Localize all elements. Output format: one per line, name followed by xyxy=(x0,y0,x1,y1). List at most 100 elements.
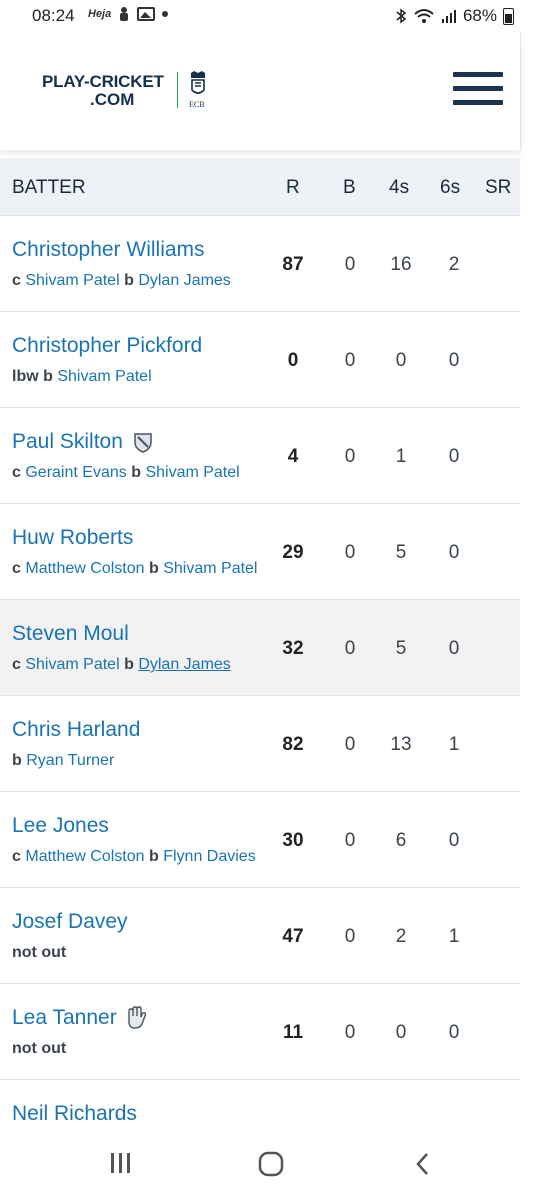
runs-cell: 87 xyxy=(282,254,304,275)
batter-row: Christopher Pickford lbw b Shivam Patel 0 0… xyxy=(0,312,520,408)
shield-icon xyxy=(134,433,152,453)
batter-name-link[interactable]: Neil Richards xyxy=(12,1102,137,1126)
batter-row: Huw Roberts c Matthew Colston b Shivam Pa… xyxy=(0,504,520,600)
menu-button[interactable] xyxy=(453,72,503,106)
dismissal-info: c Geraint Evans b Shivam Patel xyxy=(12,464,240,482)
battery-icon xyxy=(503,7,514,25)
batter-name: Steven Moul xyxy=(12,622,129,645)
batter-name: Paul Skilton xyxy=(12,430,123,453)
dismissal-info: c Matthew Colston b Shivam Patel xyxy=(12,560,257,578)
fours-cell: 2 xyxy=(395,926,407,947)
col-fours: 4s xyxy=(389,177,410,198)
batter-row: Steven Moul c Shivam Patel b Dylan James 3… xyxy=(0,600,520,696)
dismissal-type: c xyxy=(12,848,21,865)
batter-row: Christopher Williams c Shivam Patel b Dyl… xyxy=(0,216,520,312)
batter-name-link[interactable]: Lee Jones xyxy=(12,814,109,838)
runs-cell: 29 xyxy=(282,542,304,563)
col-sixes: 6s xyxy=(440,177,461,198)
balls-cell: 0 xyxy=(344,254,356,275)
runs-cell: 30 xyxy=(282,830,304,851)
status-time: 08:24 xyxy=(32,6,75,25)
dismissal-type: b xyxy=(124,272,134,289)
batter-name-link[interactable]: Huw Roberts xyxy=(12,526,133,550)
batter-name: Christopher Williams xyxy=(12,238,205,261)
status-bar: 08:24 Heja 68% xyxy=(0,0,540,32)
batter-name-link[interactable]: Paul Skilton xyxy=(12,430,153,454)
sixes-cell: 1 xyxy=(448,926,460,947)
dot-icon xyxy=(162,11,169,17)
fielder-link[interactable]: Dylan James xyxy=(138,656,230,673)
recent-apps-icon[interactable] xyxy=(108,1150,134,1176)
fielder-link[interactable]: Matthew Colston xyxy=(25,848,144,865)
sixes-cell: 2 xyxy=(448,254,460,275)
dismissal-info: c Matthew Colston b Flynn Davies xyxy=(12,848,256,866)
batter-name-link[interactable]: Christopher Williams xyxy=(12,238,205,262)
signal-icon xyxy=(441,10,456,23)
batter-row: Lea Tanner not out 11 0 0 0 xyxy=(0,984,520,1080)
balls-cell: 0 xyxy=(344,542,356,563)
fielder-link[interactable]: Shivam Patel xyxy=(163,560,257,577)
fours-cell: 0 xyxy=(395,1022,407,1043)
play-cricket-logo[interactable]: PLAY-CRICKET .COM ECB xyxy=(42,71,205,110)
site-header: PLAY-CRICKET .COM ECB xyxy=(0,32,521,150)
dismissal-info: c Shivam Patel b Dylan James xyxy=(12,272,231,290)
app-notification-icon xyxy=(120,7,129,21)
fielder-link[interactable]: Shivam Patel xyxy=(145,464,239,481)
dismissal-type: b xyxy=(131,464,141,481)
menu-bar-top xyxy=(453,72,503,77)
batter-name-link[interactable]: Lea Tanner xyxy=(12,1006,147,1030)
wifi-icon xyxy=(414,9,434,23)
dismissal-type: lbw xyxy=(12,368,39,385)
sixes-cell: 0 xyxy=(448,350,460,371)
sixes-cell: 0 xyxy=(448,446,460,467)
batter-name-link[interactable]: Steven Moul xyxy=(12,622,129,646)
col-runs: R xyxy=(286,177,300,198)
menu-bar-bottom xyxy=(453,100,503,105)
fours-cell: 5 xyxy=(395,638,407,659)
batter-row: Paul Skilton c Geraint Evans b Shivam Pat… xyxy=(0,408,520,504)
runs-cell: 0 xyxy=(287,350,299,371)
sixes-cell: 0 xyxy=(448,830,460,851)
batter-row: Josef Davey not out 47 0 2 1 xyxy=(0,888,520,984)
fielder-link[interactable]: Dylan James xyxy=(138,272,230,289)
home-icon[interactable] xyxy=(257,1150,285,1178)
runs-cell: 4 xyxy=(287,446,299,467)
dismissal-type: c xyxy=(12,464,21,481)
balls-cell: 0 xyxy=(344,1022,356,1043)
notification-icons: Heja xyxy=(88,6,169,22)
batter-name: Chris Harland xyxy=(12,718,141,741)
fielder-link[interactable]: Shivam Patel xyxy=(25,656,119,673)
batter-name: Neil Richards xyxy=(12,1102,137,1125)
fielder-link[interactable]: Flynn Davies xyxy=(163,848,255,865)
battery-percent: 68% xyxy=(462,6,497,25)
batter-name-link[interactable]: Christopher Pickford xyxy=(12,334,202,358)
balls-cell: 0 xyxy=(344,926,356,947)
sixes-cell: 0 xyxy=(448,542,460,563)
back-icon[interactable] xyxy=(412,1150,434,1178)
col-batter: BATTER xyxy=(12,177,86,198)
fielder-link[interactable]: Matthew Colston xyxy=(25,560,144,577)
dismissal-type: b xyxy=(12,752,22,769)
keeper-glove-icon xyxy=(128,1006,146,1029)
balls-cell: 0 xyxy=(344,638,356,659)
fielder-link[interactable]: Geraint Evans xyxy=(25,464,126,481)
fielder-link[interactable]: Shivam Patel xyxy=(57,368,151,385)
dismissal-type: c xyxy=(12,272,21,289)
batter-name-link[interactable]: Chris Harland xyxy=(12,718,140,742)
batter-name: Lea Tanner xyxy=(12,1006,117,1029)
dismissal-type: not out xyxy=(12,1040,67,1057)
batter-name-link[interactable]: Josef Davey xyxy=(12,910,128,934)
fielder-link[interactable]: Ryan Turner xyxy=(26,752,114,769)
dismissal-type: c xyxy=(12,656,21,673)
dismissal-type: c xyxy=(12,560,21,577)
status-right: 68% xyxy=(395,6,514,26)
dismissal-info: lbw b Shivam Patel xyxy=(12,368,152,386)
batter-row: Lee Jones c Matthew Colston b Flynn Davie… xyxy=(0,792,520,888)
fours-cell: 16 xyxy=(390,254,412,275)
bluetooth-icon xyxy=(396,8,407,24)
fours-cell: 1 xyxy=(395,446,407,467)
fours-cell: 0 xyxy=(395,350,407,371)
heja-icon: Heja xyxy=(88,8,112,20)
fielder-link[interactable]: Shivam Patel xyxy=(25,272,119,289)
sixes-cell: 1 xyxy=(448,734,460,755)
